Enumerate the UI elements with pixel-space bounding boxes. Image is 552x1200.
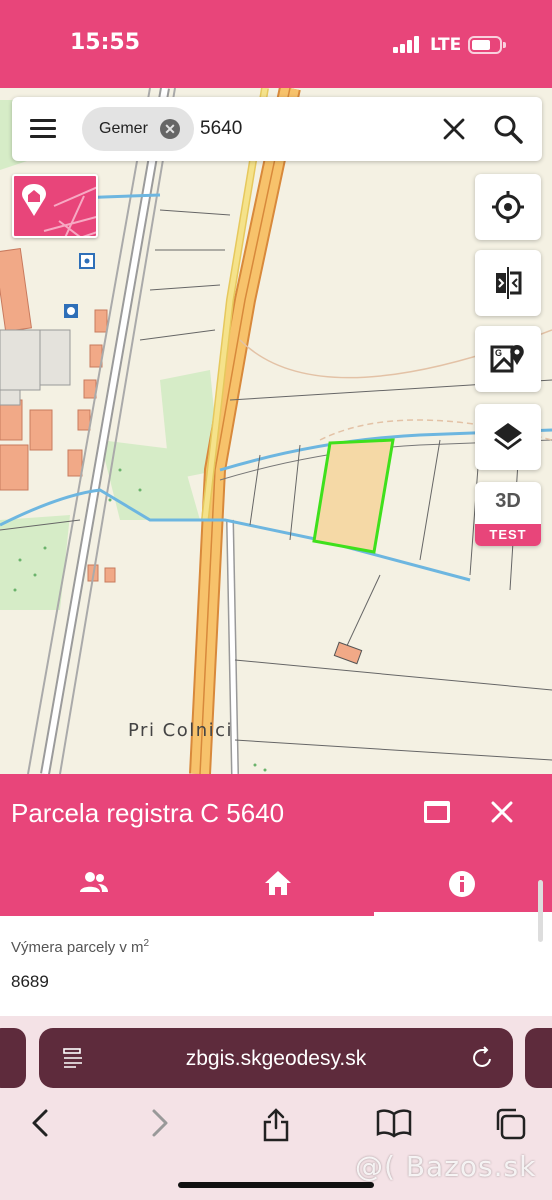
region-chip[interactable]: Gemer ✕ xyxy=(82,107,194,151)
panel-scrollbar[interactable] xyxy=(538,880,543,942)
share-icon[interactable] xyxy=(261,1108,291,1142)
tab-info[interactable] xyxy=(368,852,552,916)
address-bar[interactable]: zbgis.skgeodesy.sk xyxy=(39,1028,513,1088)
watermark: @( Bazos.sk xyxy=(355,1150,537,1183)
cadastre-thumbnail-icon xyxy=(22,184,96,236)
back-icon[interactable] xyxy=(30,1108,50,1138)
layers-button[interactable] xyxy=(475,404,541,470)
parcel-lines xyxy=(0,209,552,761)
close-icon[interactable] xyxy=(488,798,516,826)
panel-title: Parcela registra C 5640 xyxy=(11,798,285,828)
crosshair-icon xyxy=(492,191,524,223)
area-label: Výmera parcely v m2 xyxy=(11,938,150,956)
parcel-details: Výmera parcely v m2 8689 xyxy=(0,916,552,1016)
buildings-grey xyxy=(0,329,71,406)
maximize-icon[interactable] xyxy=(424,801,450,823)
search-input[interactable] xyxy=(200,115,420,143)
forward-icon[interactable] xyxy=(150,1108,170,1138)
status-bar: 15:55 LTE xyxy=(0,0,552,88)
test-badge: TEST xyxy=(475,524,541,546)
network-type: LTE xyxy=(430,35,462,55)
bookmarks-icon[interactable] xyxy=(376,1108,412,1138)
google-maps-icon: G xyxy=(490,345,524,373)
google-maps-button[interactable]: G xyxy=(475,326,541,392)
next-tab-preview[interactable] xyxy=(525,1028,552,1088)
selected-parcel xyxy=(312,438,395,554)
3d-label: 3D xyxy=(495,490,521,512)
tab-owners[interactable] xyxy=(0,852,184,916)
reload-icon[interactable] xyxy=(471,1046,495,1070)
signal-icon xyxy=(393,36,419,53)
chip-remove-icon[interactable]: ✕ xyxy=(160,119,180,139)
tabs-icon[interactable] xyxy=(494,1108,526,1140)
owners-icon xyxy=(80,872,108,892)
tab-property[interactable] xyxy=(184,852,368,916)
region-chip-label: Gemer xyxy=(99,120,148,137)
locate-button[interactable] xyxy=(475,174,541,240)
menu-button[interactable] xyxy=(30,119,58,139)
basemap-switcher[interactable] xyxy=(12,174,98,238)
home-indicator xyxy=(178,1182,374,1188)
url-text: zbgis.skgeodesy.sk xyxy=(185,1047,367,1070)
panel-tabs xyxy=(0,852,552,916)
svg-text:G: G xyxy=(495,348,502,358)
previous-tab-preview[interactable] xyxy=(0,1028,26,1088)
status-time: 15:55 xyxy=(70,30,141,55)
compare-button[interactable] xyxy=(475,250,541,316)
area-value: 8689 xyxy=(11,972,49,991)
clear-search-icon[interactable] xyxy=(440,115,468,143)
search-bar: Gemer ✕ xyxy=(12,97,542,161)
split-compare-icon xyxy=(496,267,522,299)
3d-mode-button[interactable]: 3D TEST xyxy=(475,482,541,546)
search-icon[interactable] xyxy=(492,113,524,145)
battery-icon xyxy=(468,36,506,54)
place-label: Pri Colnici xyxy=(128,720,234,741)
parcel-panel-header: Parcela registra C 5640 xyxy=(0,774,552,852)
info-icon xyxy=(449,871,475,897)
home-icon xyxy=(265,871,291,895)
layers-icon xyxy=(494,423,522,450)
